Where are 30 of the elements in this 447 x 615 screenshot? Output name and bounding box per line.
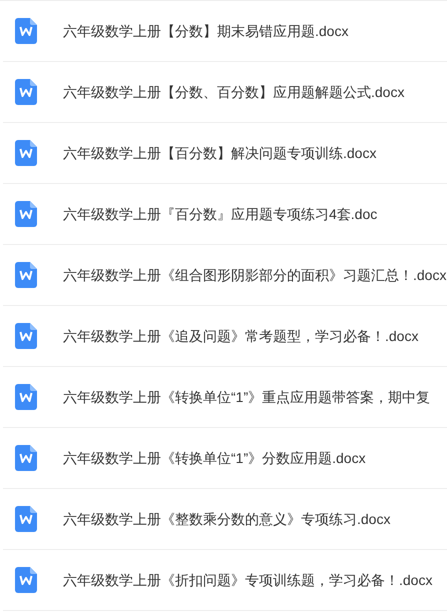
file-name: 六年级数学上册《转换单位“1”》分数应用题.docx xyxy=(63,448,366,468)
file-name: 六年级数学上册《转换单位“1”》重点应用题带答案，期中复 xyxy=(63,388,430,406)
file-name: 六年级数学上册『百分数』应用题专项练习4套.doc xyxy=(63,204,378,224)
file-row[interactable]: 六年级数学上册【分数、百分数】应用题解题公式.docx xyxy=(3,62,447,123)
file-row[interactable]: 六年级数学上册《转换单位“1”》分数应用题.docx xyxy=(3,428,447,489)
file-row[interactable]: 六年级数学上册【分数】期末易错应用题.docx xyxy=(3,1,447,62)
file-name: 六年级数学上册【分数、百分数】应用题解题公式.docx xyxy=(63,82,404,102)
file-row[interactable]: 六年级数学上册『百分数』应用题专项练习4套.doc xyxy=(3,184,447,245)
file-name: 六年级数学上册《整数乘分数的意义》专项练习.docx xyxy=(63,510,390,528)
file-row[interactable]: 六年级数学上册【百分数】解决问题专项训练.docx xyxy=(3,123,447,184)
file-row[interactable]: 六年级数学上册《组合图形阴影部分的面积》习题汇总！.docx xyxy=(3,245,447,306)
file-row[interactable]: 六年级数学上册《追及问题》常考题型，学习必备！.docx xyxy=(3,306,447,367)
word-file-icon xyxy=(15,262,37,288)
file-name: 六年级数学上册《追及问题》常考题型，学习必备！.docx xyxy=(63,326,418,346)
word-file-icon xyxy=(15,506,37,532)
word-file-icon xyxy=(15,384,37,410)
file-name: 六年级数学上册【分数】期末易错应用题.docx xyxy=(63,22,348,40)
word-file-icon xyxy=(15,445,37,471)
file-name: 六年级数学上册【百分数】解决问题专项训练.docx xyxy=(63,144,376,162)
word-file-icon xyxy=(15,567,37,593)
file-row[interactable]: 六年级数学上册《整数乘分数的意义》专项练习.docx xyxy=(3,489,447,550)
file-row[interactable]: 六年级数学上册《折扣问题》专项训练题，学习必备！.docx xyxy=(3,550,447,611)
file-name: 六年级数学上册《组合图形阴影部分的面积》习题汇总！.docx xyxy=(63,266,446,284)
word-file-icon xyxy=(15,323,37,349)
file-row[interactable]: 六年级数学上册《转换单位“1”》重点应用题带答案，期中复 xyxy=(3,367,447,428)
word-file-icon xyxy=(15,140,37,166)
word-file-icon xyxy=(15,18,37,44)
word-file-icon xyxy=(15,79,37,105)
word-file-icon xyxy=(15,201,37,227)
file-name: 六年级数学上册《折扣问题》专项训练题，学习必备！.docx xyxy=(63,570,432,590)
